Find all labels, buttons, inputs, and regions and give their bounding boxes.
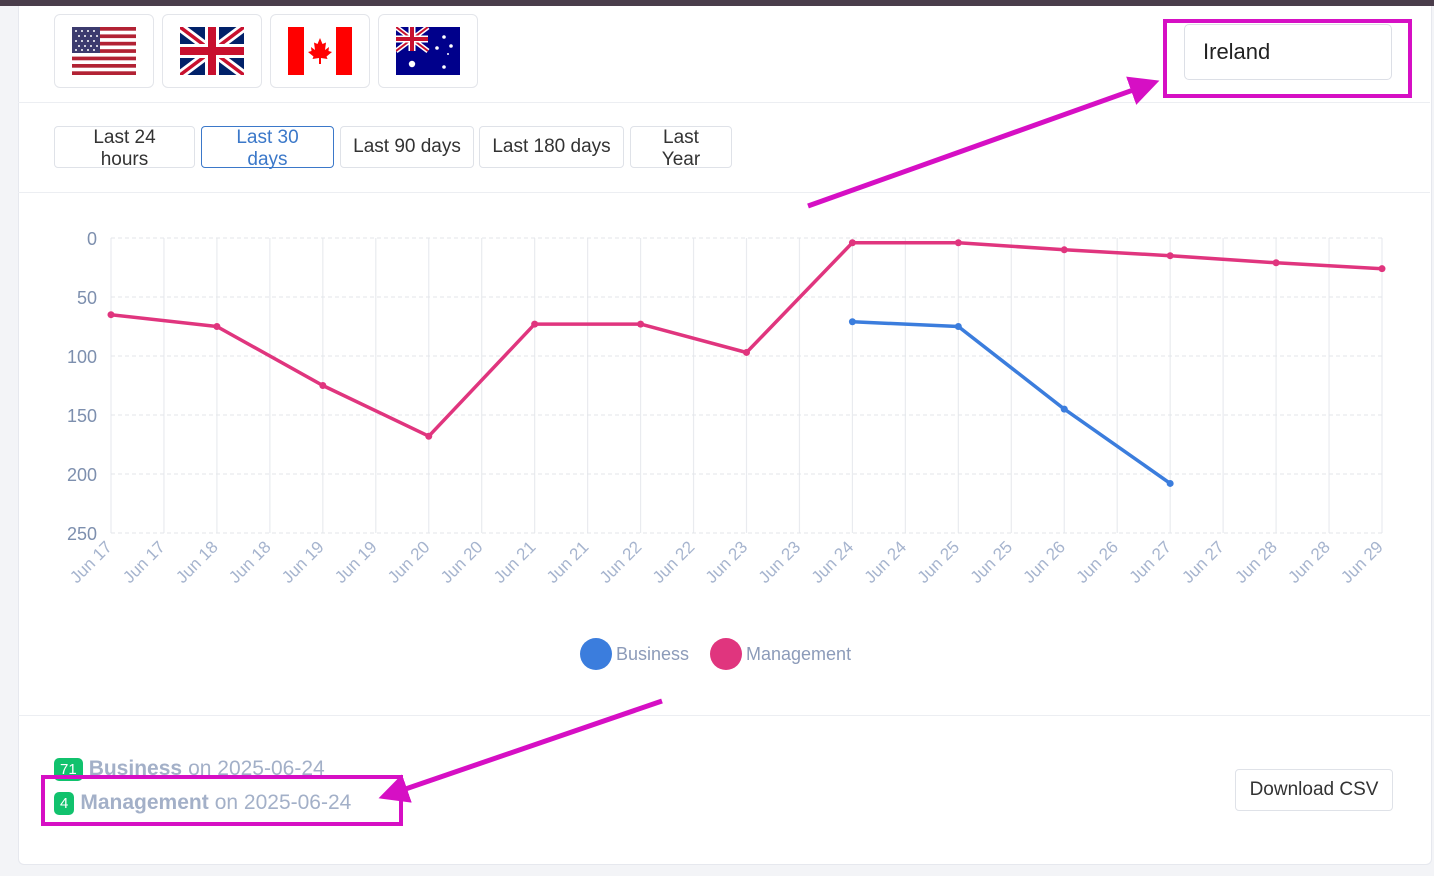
x-tick-label: Jun 20 xyxy=(437,537,487,587)
legend-label: Business xyxy=(616,643,690,664)
x-tick-label: Jun 29 xyxy=(1337,537,1387,587)
x-tick-label: Jun 21 xyxy=(490,537,540,587)
data-point-business xyxy=(1060,405,1068,413)
legend-marker xyxy=(710,638,742,670)
legend-item-management[interactable]: Management xyxy=(710,638,851,670)
x-tick-label: Jun 24 xyxy=(861,537,911,587)
data-point-business xyxy=(954,323,962,330)
data-point-management xyxy=(107,311,115,319)
data-point-business xyxy=(848,318,856,326)
x-tick-label: Jun 18 xyxy=(225,537,275,587)
x-tick-label: Jun 17 xyxy=(119,537,169,587)
y-tick-label: 250 xyxy=(67,524,97,544)
data-point-management xyxy=(1378,265,1386,273)
download-csv-button[interactable]: Download CSV xyxy=(1235,769,1393,811)
x-tick-label: Jun 26 xyxy=(1020,537,1070,587)
data-point-management xyxy=(213,323,221,330)
summary-on: on xyxy=(188,757,212,780)
data-point-management xyxy=(1060,246,1068,254)
x-tick-label: Jun 20 xyxy=(384,537,434,587)
data-point-management xyxy=(954,239,962,247)
data-point-management xyxy=(531,320,539,328)
x-tick-label: Jun 21 xyxy=(543,537,593,587)
x-tick-label: Jun 17 xyxy=(66,537,116,587)
x-tick-label: Jun 27 xyxy=(1125,537,1175,587)
series-name: Business xyxy=(88,757,183,780)
y-tick-label: 0 xyxy=(87,229,97,249)
divider xyxy=(18,715,1430,716)
x-tick-label: Jun 23 xyxy=(755,537,805,587)
x-tick-label: Jun 25 xyxy=(967,537,1017,587)
y-tick-label: 50 xyxy=(77,288,97,308)
x-tick-label: Jun 28 xyxy=(1284,537,1334,587)
data-point-management xyxy=(425,432,433,440)
x-tick-label: Jun 22 xyxy=(596,537,646,587)
x-tick-label: Jun 26 xyxy=(1073,537,1123,587)
legend-label: Management xyxy=(746,643,852,664)
data-point-management xyxy=(1166,252,1174,260)
x-tick-label: Jun 18 xyxy=(172,537,222,587)
y-tick-label: 100 xyxy=(67,347,97,367)
line-chart: 050100150200250Jun 17 Jun 17 Jun 18 Jun 18 J… xyxy=(66,229,1387,587)
x-tick-label: Jun 19 xyxy=(278,537,328,587)
count-badge: 71 xyxy=(54,757,83,781)
data-point-management xyxy=(848,239,856,247)
summary-date: 2025-06-24 xyxy=(243,791,352,814)
data-point-management xyxy=(637,320,645,328)
legend-item-business[interactable]: Business xyxy=(580,638,689,670)
x-tick-label: Jun 28 xyxy=(1231,537,1281,587)
summary-management: 4 Management on 2025-06-24 xyxy=(54,791,351,815)
x-tick-label: Jun 24 xyxy=(808,537,858,587)
x-tick-label: Jun 19 xyxy=(331,537,381,587)
summary-on: on xyxy=(214,791,239,814)
data-point-management xyxy=(743,348,750,356)
x-tick-label: Jun 22 xyxy=(649,537,699,587)
y-tick-label: 150 xyxy=(67,406,97,426)
x-tick-label: Jun 23 xyxy=(702,537,752,587)
legend-marker xyxy=(580,638,612,670)
summary-business: 71 Business on 2025-06-24 xyxy=(54,757,325,781)
data-point-management xyxy=(319,382,327,389)
summary-date: 2025-06-24 xyxy=(217,757,325,780)
data-point-management xyxy=(1272,259,1280,267)
count-badge: 4 xyxy=(54,791,75,815)
data-point-business xyxy=(1166,479,1174,487)
y-tick-label: 200 xyxy=(67,465,97,485)
x-tick-label: Jun 25 xyxy=(914,537,964,587)
series-name: Management xyxy=(80,791,209,814)
x-tick-label: Jun 27 xyxy=(1178,537,1228,587)
